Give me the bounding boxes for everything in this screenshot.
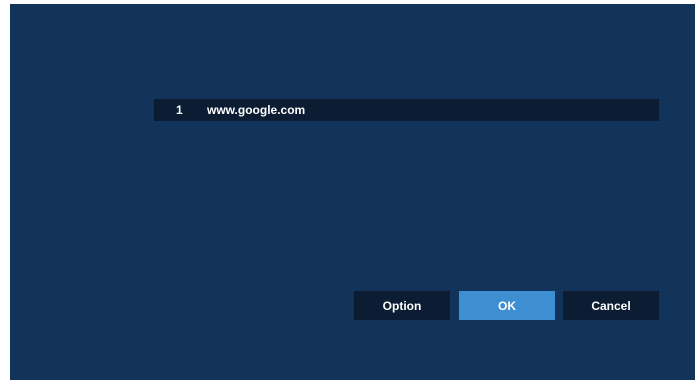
dialog-screen: 1 www.google.com Option OK Cancel: [10, 4, 695, 380]
list-item-index: 1: [176, 103, 183, 117]
list-item-url: www.google.com: [207, 103, 306, 117]
option-button[interactable]: Option: [354, 291, 450, 320]
url-list: 1 www.google.com: [154, 99, 659, 121]
ok-button[interactable]: OK: [459, 291, 555, 320]
list-item[interactable]: 1 www.google.com: [154, 99, 659, 121]
cancel-button[interactable]: Cancel: [563, 291, 659, 320]
